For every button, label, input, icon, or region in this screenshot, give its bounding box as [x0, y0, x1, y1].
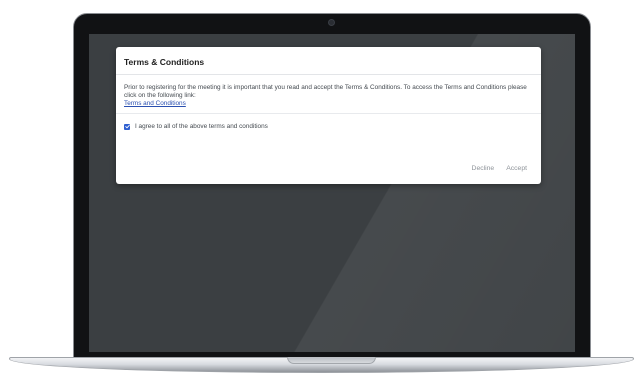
agree-checkbox[interactable] [124, 123, 130, 130]
dialog-title: Terms & Conditions [124, 57, 205, 67]
camera-icon [328, 19, 335, 26]
decline-button[interactable]: Decline [472, 165, 495, 172]
dialog-header: Terms & Conditions [116, 47, 541, 75]
checkmark-icon [124, 124, 130, 129]
laptop-notch [287, 357, 376, 364]
dialog-body-text: Prior to registering for the meeting it … [124, 84, 527, 99]
terms-dialog: Terms & Conditions Prior to registering … [116, 47, 541, 184]
dialog-footer: Decline Accept [472, 165, 527, 172]
agree-row[interactable]: I agree to all of the above terms and co… [116, 114, 541, 139]
terms-link[interactable]: Terms and Conditions [124, 100, 186, 107]
accept-button[interactable]: Accept [506, 165, 527, 172]
agree-checkbox-label[interactable]: I agree to all of the above terms and co… [135, 123, 268, 130]
dialog-body: Prior to registering for the meeting it … [116, 75, 541, 114]
laptop-mockup: Terms & Conditions Prior to registering … [0, 0, 643, 379]
